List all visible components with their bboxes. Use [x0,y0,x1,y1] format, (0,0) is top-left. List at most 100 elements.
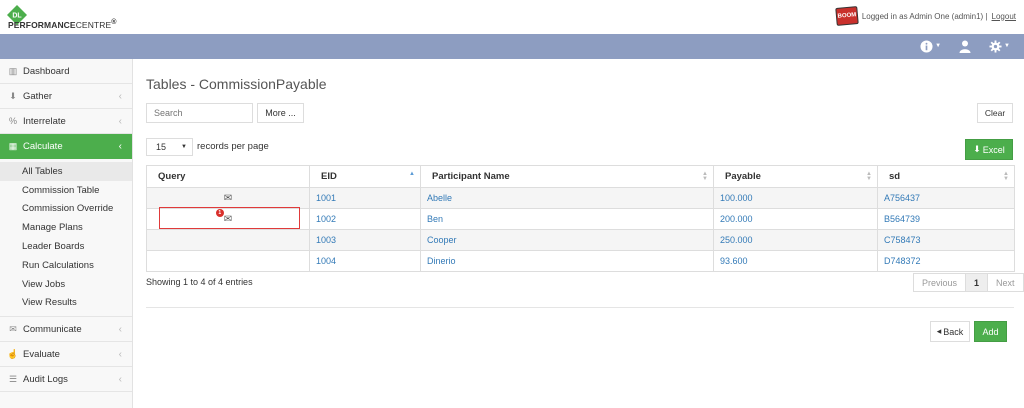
sidebar-item-label: Interrelate [23,115,66,127]
column-header-eid[interactable]: EID ▲ [309,165,421,188]
records-per-page-label: records per page [197,141,269,152]
submenu-item-commission-override[interactable]: Commission Override [0,200,132,219]
eid-cell[interactable]: 1002 [309,208,421,230]
eid-cell[interactable]: 1004 [309,250,421,272]
download-icon: ⬇ [973,144,981,154]
query-cell[interactable]: ✉ 1 [146,208,310,230]
pagination-previous[interactable]: Previous [914,274,967,291]
column-header-label: Payable [725,171,761,182]
avatar[interactable]: BOOM [835,6,859,26]
back-label: Back [943,326,964,337]
chevron-left-icon: ‹ [118,323,122,335]
chevron-down-icon: ‹ [118,141,122,152]
notification-badge: 1 [215,208,224,217]
navbar: ▼ ▼ [0,34,1024,59]
sd-cell[interactable]: B564739 [877,208,1015,230]
settings-menu-button[interactable]: ▼ [989,38,1010,54]
sd-cell[interactable]: C758473 [877,229,1015,251]
table-icon: ▦ [8,141,18,151]
payable-cell[interactable]: 250.000 [713,229,878,251]
logo-text-bold: PERFORMANCE [8,19,76,30]
column-header-label: EID [321,171,337,182]
sidebar-item-communicate[interactable]: ✉ Communicate ‹ [0,317,132,343]
envelope-icon[interactable]: ✉ [224,193,232,204]
column-header-query: Query [146,165,310,188]
sidebar-item-interrelate[interactable]: % Interrelate ‹ [0,109,132,134]
logout-link[interactable]: Logout [992,12,1016,21]
sidebar-item-label: Calculate [23,141,63,152]
sidebar-item-gather[interactable]: ⬇ Gather ‹ [0,84,132,109]
chevron-down-icon: ▼ [181,144,187,150]
table-row: ✉ 1 1002 Ben 200.000 B564739 [146,208,1015,230]
participant-name-cell[interactable]: Dinerio [420,250,714,272]
sidebar-item-label: Dashboard [23,65,70,77]
submenu-item-commission-table[interactable]: Commission Table [0,181,132,200]
logged-in-text: Logged in as Admin One (admin1) | [861,11,988,21]
eid-cell[interactable]: 1001 [309,187,421,209]
table-header-row: Query EID ▲ Participant Name ▲ ▼ Payable ▲ ▼ … [146,165,1015,188]
participant-name-cell[interactable]: Cooper [420,229,714,251]
payable-cell[interactable]: 100.000 [713,187,878,209]
sidebar-item-dashboard[interactable]: ▥ Dashboard [0,59,132,84]
chevron-left-icon: ‹ [118,348,122,360]
add-button[interactable]: Add [974,321,1007,342]
data-table: Query EID ▲ Participant Name ▲ ▼ Payable ▲ ▼ … [146,165,1015,272]
sidebar-item-audit-logs[interactable]: ☰ Audit Logs ‹ [0,367,132,393]
column-header-label: sd [889,171,901,182]
comments-icon: ✉ [9,323,17,334]
submenu-item-leader-boards[interactable]: Leader Boards [0,237,132,256]
sidebar-item-label: Gather [23,90,53,102]
payable-cell[interactable]: 93.600 [713,250,878,272]
page-size-select[interactable]: 15 ▼ [146,138,193,156]
sidebar-item-evaluate[interactable]: ☝ Evaluate ‹ [0,342,132,368]
submenu-item-run-calculations[interactable]: Run Calculations [0,256,132,275]
chevron-left-icon: ‹ [118,373,122,385]
table-row: ✉ 1001 Abelle 100.000 A756437 [146,187,1015,209]
sd-cell[interactable]: D748372 [877,250,1015,272]
sidebar-item-calculate[interactable]: ▦ Calculate ‹ [0,134,132,159]
list-icon: ☰ [8,373,18,384]
query-cell[interactable] [146,229,310,251]
avatar-label: BOOM [837,12,857,20]
payable-cell[interactable]: 200.000 [713,208,878,230]
participant-name-cell[interactable]: Ben [420,208,714,230]
column-header-sd[interactable]: sd ▲ ▼ [877,165,1015,188]
sd-cell[interactable]: A756437 [877,187,1015,209]
excel-label: Excel [982,144,1005,155]
page-title: Tables - CommissionPayable [146,76,327,92]
table-row: 1003 Cooper 250.000 C758473 [146,229,1015,251]
table-info: Showing 1 to 4 of 4 entries [146,277,253,287]
calculate-submenu: All Tables Commission Table Commission O… [0,159,132,318]
excel-export-button[interactable]: ⬇ Excel [965,139,1013,160]
search-input[interactable] [146,103,253,123]
sidebar: ▥ Dashboard ⬇ Gather ‹ % Interrelate ‹ ▦… [0,59,133,408]
column-header-payable[interactable]: Payable ▲ ▼ [713,165,878,188]
sort-icon: ▲ ▼ [866,171,872,182]
column-header-label: Participant Name [432,171,510,182]
submenu-item-all-tables[interactable]: All Tables [0,162,132,181]
pagination-next[interactable]: Next [988,274,1023,291]
user-menu-button[interactable] [959,40,971,53]
bar-chart-icon: ▥ [8,65,18,76]
participant-name-cell[interactable]: Abelle [420,187,714,209]
back-button[interactable]: ◂ Back [930,321,970,342]
query-cell[interactable] [146,250,310,272]
submenu-item-view-jobs[interactable]: View Jobs [0,275,132,294]
logo-text-light: CENTRE [75,19,112,30]
info-menu-button[interactable]: ▼ [920,38,941,54]
pagination: Previous 1 Next [913,273,1024,292]
clear-button[interactable]: Clear [977,103,1013,123]
submenu-item-view-results[interactable]: View Results [0,294,132,313]
column-header-label: Query [158,171,186,182]
column-header-participant-name[interactable]: Participant Name ▲ ▼ [420,165,714,188]
submenu-item-manage-plans[interactable]: Manage Plans [0,218,132,237]
chevron-left-icon: ‹ [118,90,122,102]
link-icon: % [8,116,17,126]
pagination-page-1[interactable]: 1 [966,274,989,291]
eid-cell[interactable]: 1003 [309,229,421,251]
download-icon: ⬇ [9,90,17,101]
envelope-icon[interactable]: ✉ 1 [215,208,232,225]
user-info: BOOM Logged in as Admin One (admin1) | L… [835,6,1016,26]
more-button[interactable]: More ... [257,103,304,123]
query-cell[interactable]: ✉ [146,187,310,209]
